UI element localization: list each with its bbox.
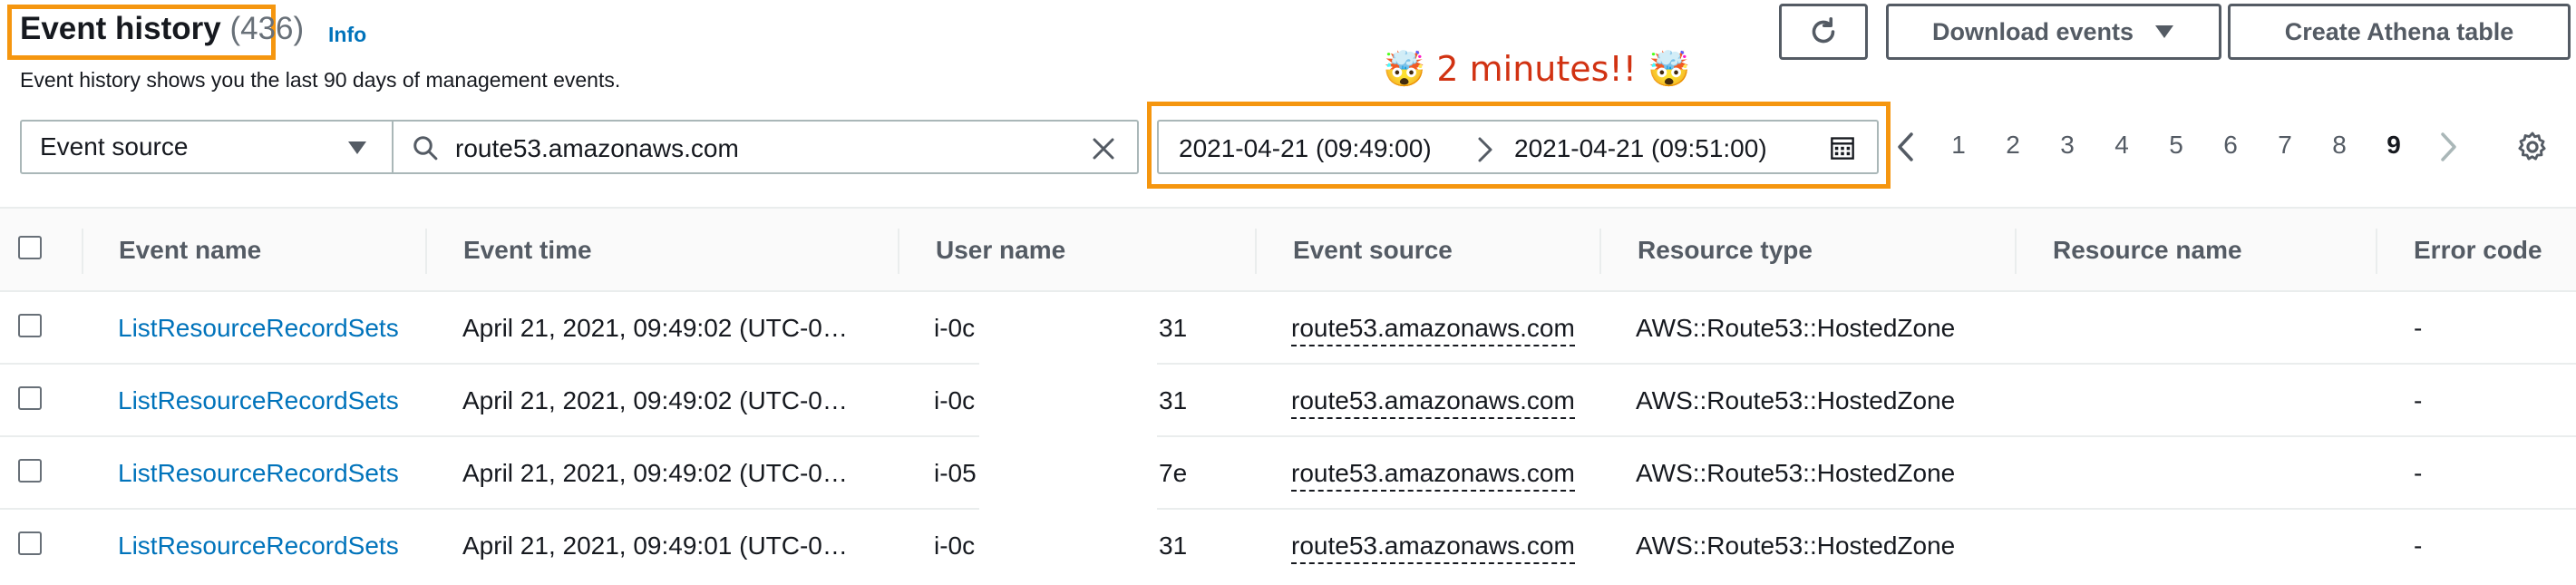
attribute-select[interactable]: Event source [20,120,394,174]
resource-type-value: AWS::Route53::HostedZone [1636,531,1956,560]
caret-down-icon [2155,25,2174,38]
select-all-checkbox[interactable] [18,236,42,259]
chevron-right-icon[interactable] [2437,132,2459,162]
event-time: April 21, 2021, 09:49:02 (UTC-0… [462,386,848,414]
page-9-current[interactable]: 9 [2376,131,2412,160]
table-row[interactable]: ListResourceRecordSets April 21, 2021, 0… [0,365,2576,437]
column-header-event-time[interactable]: Event time [463,236,592,265]
column-divider[interactable] [1599,229,1601,274]
row-checkbox[interactable] [18,314,42,337]
user-name-prefix: i-05 [934,459,977,487]
resource-type-value: AWS::Route53::HostedZone [1636,459,1956,487]
page-7[interactable]: 7 [2267,131,2303,160]
download-events-label: Download events [1931,17,2134,45]
column-header-resource-name[interactable]: Resource name [2053,236,2242,265]
column-divider [82,229,83,274]
event-name-link[interactable]: ListResourceRecordSets [118,459,399,488]
table-row[interactable]: ListResourceRecordSets April 21, 2021, 0… [0,292,2576,365]
error-code-value: - [2414,459,2423,487]
annotation-text: 🤯 2 minutes!! 🤯 [1383,49,1691,89]
search-icon [413,136,438,161]
redaction [979,365,1157,437]
page-description: Event history shows you the last 90 days… [20,68,621,92]
event-source-value[interactable]: route53.amazonaws.com [1291,459,1575,492]
error-code-value: - [2414,531,2423,560]
table-header: Event name Event time User name Event so… [0,207,2576,292]
close-icon[interactable] [1090,135,1117,162]
column-header-event-name[interactable]: Event name [119,236,261,265]
date-range-end: 2021-04-21 (09:51:00) [1514,134,1767,162]
user-name-prefix: i-0c [934,531,976,560]
redaction [979,292,1157,365]
column-divider[interactable] [1255,229,1257,274]
column-divider[interactable] [2015,229,2017,274]
column-header-event-source[interactable]: Event source [1293,236,1453,265]
event-time: April 21, 2021, 09:49:02 (UTC-0… [462,459,848,487]
column-divider[interactable] [2376,229,2377,274]
redaction [979,510,1157,582]
page-8[interactable]: 8 [2321,131,2357,160]
event-time: April 21, 2021, 09:49:02 (UTC-0… [462,314,848,342]
refresh-icon [1812,16,1835,44]
resource-type-value: AWS::Route53::HostedZone [1636,386,1956,414]
resource-type-value: AWS::Route53::HostedZone [1636,314,1956,342]
row-checkbox[interactable] [18,386,42,410]
user-name-suffix: 31 [1159,314,1188,342]
row-checkbox[interactable] [18,459,42,483]
table-row[interactable]: ListResourceRecordSets April 21, 2021, 0… [0,510,2576,582]
gear-icon[interactable] [2515,130,2550,164]
column-divider[interactable] [425,229,427,274]
event-source-value[interactable]: route53.amazonaws.com [1291,314,1575,346]
event-name-link[interactable]: ListResourceRecordSets [118,386,399,415]
info-link[interactable]: Info [328,23,366,47]
event-name-link[interactable]: ListResourceRecordSets [118,531,399,561]
page-2[interactable]: 2 [1995,131,2031,160]
page-title: Event history (436) [20,11,304,47]
search-input-value: route53.amazonaws.com [455,134,739,162]
chevron-right-icon [1478,137,1492,162]
date-range-start: 2021-04-21 (09:49:00) [1179,134,1432,162]
caret-down-icon [348,141,366,154]
page-3[interactable]: 3 [2049,131,2085,160]
column-header-error-code[interactable]: Error code [2414,236,2542,265]
refresh-button[interactable] [1779,4,1868,60]
column-header-resource-type[interactable]: Resource type [1638,236,1813,265]
page-4[interactable]: 4 [2104,131,2140,160]
error-code-value: - [2414,314,2423,342]
user-name-suffix: 31 [1159,386,1188,414]
event-source-value[interactable]: route53.amazonaws.com [1291,531,1575,564]
user-name-prefix: i-0c [934,314,976,342]
attribute-select-value: Event source [40,132,189,161]
table-row[interactable]: ListResourceRecordSets April 21, 2021, 0… [0,437,2576,510]
event-time: April 21, 2021, 09:49:01 (UTC-0… [462,531,848,560]
event-name-link[interactable]: ListResourceRecordSets [118,314,399,343]
event-count: (436) [229,11,305,46]
date-range-picker[interactable]: 2021-04-21 (09:49:00) 2021-04-21 (09:51:… [1157,120,1879,174]
error-code-value: - [2414,386,2423,414]
chevron-left-icon[interactable] [1895,132,1917,162]
column-divider[interactable] [898,229,899,274]
page-5[interactable]: 5 [2158,131,2194,160]
user-name-suffix: 7e [1159,459,1188,487]
create-athena-table-button[interactable]: Create Athena table [2228,4,2571,60]
column-header-user-name[interactable]: User name [936,236,1065,265]
user-name-prefix: i-0c [934,386,976,414]
event-source-value[interactable]: route53.amazonaws.com [1291,386,1575,419]
redaction [979,437,1157,510]
user-name-suffix: 31 [1159,531,1188,560]
row-checkbox[interactable] [18,531,42,555]
page-6[interactable]: 6 [2212,131,2249,160]
page-title-text: Event history [20,11,221,46]
search-input[interactable]: route53.amazonaws.com [392,120,1139,174]
page-1[interactable]: 1 [1940,131,1977,160]
calendar-icon[interactable] [1830,135,1855,161]
download-events-button[interactable]: Download events [1886,4,2221,60]
